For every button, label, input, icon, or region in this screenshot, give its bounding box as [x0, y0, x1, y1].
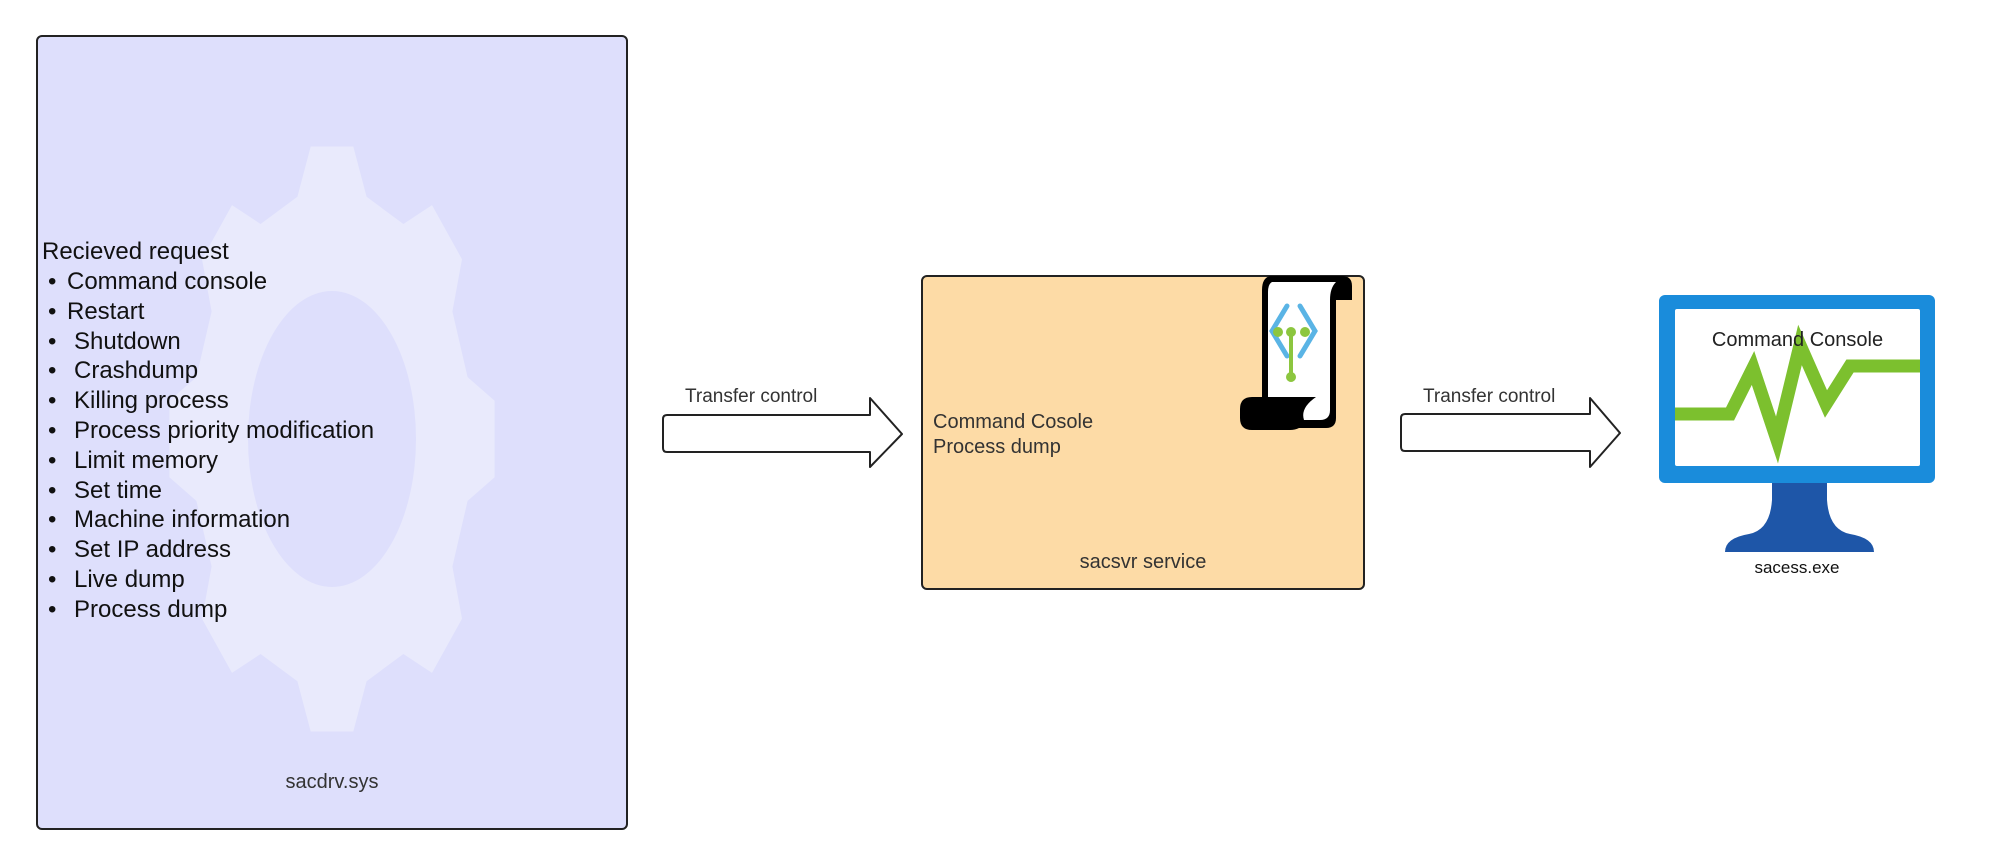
request-list-item-label: Set IP address [74, 536, 231, 564]
service-name-label: sacsvr service [1079, 551, 1207, 573]
arrow-1-label: Transfer control [685, 386, 818, 407]
request-list-item-label: Machine information [74, 506, 291, 534]
transfer-arrow-1[interactable] [662, 397, 903, 468]
service-line-2: Process dump [933, 436, 1061, 458]
request-list-item-label: Process priority modification [74, 417, 375, 444]
bullet-icon: • [48, 297, 57, 325]
driver-list-title: Recieved request [42, 238, 229, 265]
request-list-item-label: Shutdown [74, 327, 181, 355]
request-list-item-label: Crashdump [74, 357, 199, 385]
request-list-item-label: Set time [74, 476, 163, 504]
bullet-icon: • [48, 446, 57, 474]
bullet-icon: • [48, 327, 57, 355]
bullet-icon: • [48, 476, 57, 504]
client-name-label: sacess.exe [1754, 558, 1840, 577]
transfer-arrow-2[interactable] [1400, 397, 1621, 468]
bullet-icon: • [48, 595, 57, 623]
bullet-icon: • [48, 268, 57, 295]
driver-name-label: sacdrv.sys [285, 771, 379, 793]
service-line-1: Command Cosole [933, 411, 1094, 433]
console-screen-label: Command Console [1711, 329, 1884, 351]
request-list-item-label: Command console [67, 268, 268, 295]
request-list-item-label: Process dump [74, 595, 228, 623]
bullet-icon: • [48, 566, 57, 593]
arrow-2-label: Transfer control [1423, 386, 1556, 407]
bullet-icon: • [48, 536, 57, 564]
request-list-item-label: Restart [67, 297, 145, 325]
request-list-item-label: Live dump [74, 566, 185, 593]
request-list-item-label: Limit memory [74, 446, 219, 474]
bullet-icon: • [48, 357, 57, 385]
bullet-icon: • [48, 506, 57, 534]
bullet-icon: • [48, 417, 57, 444]
request-list-item-label: Killing process [74, 387, 229, 415]
bullet-icon: • [48, 387, 57, 415]
